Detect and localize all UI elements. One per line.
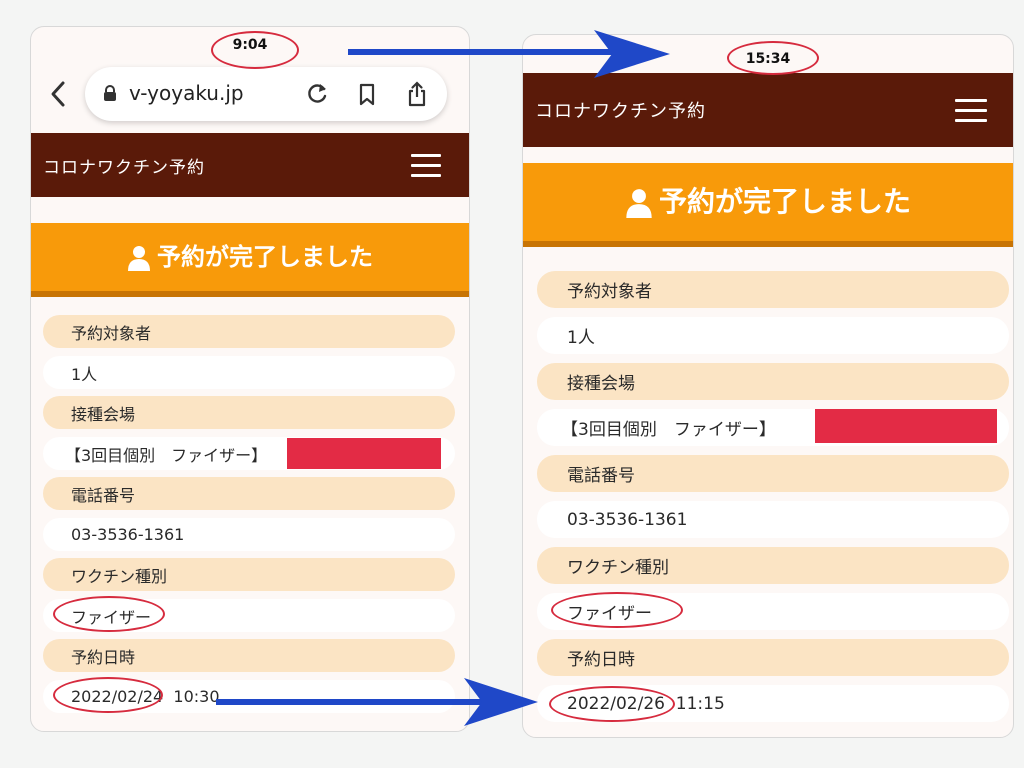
label-vaccine-type: ワクチン種別	[537, 547, 1009, 584]
redaction-box	[815, 409, 997, 443]
value-reservation-target: 1人	[43, 356, 455, 389]
lock-icon	[104, 85, 116, 101]
screenshot-before: 9:04 v-yoyaku.jp コロナワクチン予約 予約が完了しました 予約対…	[30, 26, 470, 732]
label-reservation-target: 予約対象者	[43, 315, 455, 348]
screenshot-after: 15:34 コロナワクチン予約 予約が完了しました 予約対象者 1人 接種会場 …	[522, 34, 1014, 738]
venue-text: 【3回目個別 ファイザー】	[65, 445, 268, 465]
annotation-circle-time	[727, 41, 819, 75]
share-icon[interactable]	[403, 80, 431, 108]
banner-text: 予約が完了しました	[157, 243, 373, 271]
url-text: v-yoyaku.jp	[129, 81, 244, 105]
redaction-box	[287, 438, 441, 469]
label-phone: 電話番号	[537, 455, 1009, 492]
annotation-circle-time	[211, 31, 299, 69]
annotation-circle-vaccine	[551, 592, 683, 628]
label-datetime: 予約日時	[537, 639, 1009, 676]
annotation-circle-date	[53, 677, 163, 713]
label-reservation-target: 予約対象者	[537, 271, 1009, 308]
venue-text: 【3回目個別 ファイザー】	[561, 420, 776, 440]
label-venue: 接種会場	[537, 363, 1009, 400]
value-phone: 03-3536-1361	[537, 501, 1009, 538]
person-icon	[128, 246, 150, 271]
person-icon	[626, 189, 652, 218]
completion-banner: 予約が完了しました	[523, 163, 1013, 247]
app-header: コロナワクチン予約	[31, 133, 469, 197]
app-header: コロナワクチン予約	[523, 73, 1013, 147]
arrow-time-comparison	[348, 30, 670, 78]
value-reservation-target: 1人	[537, 317, 1009, 354]
label-phone: 電話番号	[43, 477, 455, 510]
app-title: コロナワクチン予約	[535, 101, 706, 122]
arrow-date-comparison	[216, 678, 538, 726]
banner-text: 予約が完了しました	[658, 185, 911, 218]
menu-icon[interactable]	[955, 99, 987, 123]
menu-icon[interactable]	[411, 154, 441, 177]
label-venue: 接種会場	[43, 396, 455, 429]
bookmark-icon[interactable]	[353, 80, 381, 108]
reload-icon[interactable]	[303, 80, 331, 108]
value-phone: 03-3536-1361	[43, 518, 455, 551]
completion-banner: 予約が完了しました	[31, 223, 469, 297]
annotation-circle-date	[549, 686, 675, 722]
annotation-circle-vaccine	[53, 596, 165, 632]
label-datetime: 予約日時	[43, 639, 455, 672]
back-icon[interactable]	[45, 79, 73, 109]
label-vaccine-type: ワクチン種別	[43, 558, 455, 591]
app-title: コロナワクチン予約	[43, 158, 205, 178]
